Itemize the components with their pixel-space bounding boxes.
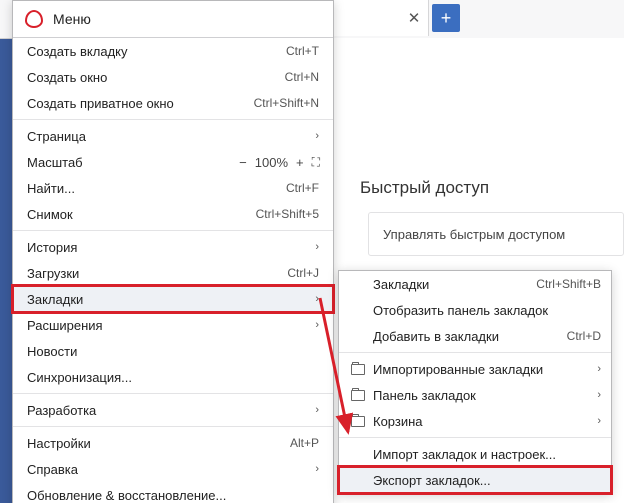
- label: Новости: [27, 344, 319, 359]
- label: Разработка: [27, 403, 307, 418]
- menu-item-help[interactable]: Справка ›: [13, 456, 333, 482]
- menu-item-find[interactable]: Найти... Ctrl+F: [13, 175, 333, 201]
- zoom-out-icon[interactable]: −: [239, 155, 247, 170]
- label: Импорт закладок и настроек...: [367, 447, 601, 462]
- shortcut: Ctrl+F: [286, 181, 319, 195]
- label: Обновление & восстановление...: [27, 488, 319, 503]
- chevron-right-icon: ›: [315, 463, 319, 475]
- separator: [339, 352, 611, 353]
- chevron-right-icon: ›: [315, 404, 319, 416]
- submenu-item-imported-bookmarks[interactable]: Импортированные закладки ›: [339, 356, 611, 382]
- submenu-item-trash[interactable]: Корзина ›: [339, 408, 611, 434]
- label: Импортированные закладки: [367, 362, 597, 377]
- chevron-right-icon: ›: [315, 130, 319, 142]
- close-tab-icon[interactable]: ✕: [400, 0, 428, 36]
- zoom-controls: − 100% + ⛶: [239, 155, 319, 170]
- menu-item-extensions[interactable]: Расширения ›: [13, 312, 333, 338]
- label: Синхронизация...: [27, 370, 319, 385]
- opera-icon: [25, 10, 43, 28]
- chevron-right-icon: ›: [597, 415, 601, 427]
- label: Расширения: [27, 318, 307, 333]
- label: Страница: [27, 129, 307, 144]
- separator: [13, 426, 333, 427]
- submenu-item-import-bookmarks[interactable]: Импорт закладок и настроек...: [339, 441, 611, 467]
- menu-item-new-private-window[interactable]: Создать приватное окно Ctrl+Shift+N: [13, 90, 333, 116]
- shortcut: Ctrl+D: [567, 329, 601, 343]
- speed-dial-title: Быстрый доступ: [360, 178, 489, 198]
- folder-icon: [349, 364, 367, 375]
- menu-item-snapshot[interactable]: Снимок Ctrl+Shift+5: [13, 201, 333, 227]
- separator: [13, 393, 333, 394]
- folder-icon: [349, 416, 367, 427]
- chevron-right-icon: ›: [597, 363, 601, 375]
- menu-item-news[interactable]: Новости: [13, 338, 333, 364]
- shortcut: Ctrl+Shift+N: [254, 96, 319, 110]
- separator: [339, 437, 611, 438]
- menu-item-update-restore[interactable]: Обновление & восстановление...: [13, 482, 333, 503]
- menu-item-page[interactable]: Страница ›: [13, 123, 333, 149]
- label: Корзина: [367, 414, 597, 429]
- menu-title: Меню: [53, 11, 91, 27]
- menu-item-new-window[interactable]: Создать окно Ctrl+N: [13, 64, 333, 90]
- menu-header: Меню: [13, 1, 333, 38]
- menu-item-settings[interactable]: Настройки Alt+P: [13, 430, 333, 456]
- submenu-item-bookmarks[interactable]: Закладки Ctrl+Shift+B: [339, 271, 611, 297]
- label: Создать вкладку: [27, 44, 286, 59]
- chevron-right-icon: ›: [597, 389, 601, 401]
- menu-item-sync[interactable]: Синхронизация...: [13, 364, 333, 390]
- shortcut: Ctrl+Shift+5: [256, 207, 319, 221]
- menu-item-bookmarks[interactable]: Закладки ›: [13, 286, 333, 312]
- folder-icon: [349, 390, 367, 401]
- label: Создать приватное окно: [27, 96, 254, 111]
- separator: [13, 230, 333, 231]
- label: Закладки: [27, 292, 307, 307]
- label: Закладки: [367, 277, 536, 292]
- label: Настройки: [27, 436, 290, 451]
- label: Справка: [27, 462, 307, 477]
- separator: [13, 119, 333, 120]
- label: Снимок: [27, 207, 256, 222]
- chevron-right-icon: ›: [315, 241, 319, 253]
- menu-item-history[interactable]: История ›: [13, 234, 333, 260]
- label: Создать окно: [27, 70, 285, 85]
- shortcut: Alt+P: [290, 436, 319, 450]
- submenu-item-export-bookmarks[interactable]: Экспорт закладок...: [339, 467, 611, 493]
- label: Панель закладок: [367, 388, 597, 403]
- chevron-right-icon: ›: [315, 293, 319, 305]
- zoom-value: 100%: [255, 155, 288, 170]
- submenu-item-show-bookmarks-bar[interactable]: Отобразить панель закладок: [339, 297, 611, 323]
- active-tab[interactable]: ✕: [332, 0, 429, 36]
- label: Экспорт закладок...: [367, 473, 601, 488]
- shortcut: Ctrl+Shift+B: [536, 277, 601, 291]
- label: Загрузки: [27, 266, 287, 281]
- menu-item-downloads[interactable]: Загрузки Ctrl+J: [13, 260, 333, 286]
- menu-item-developer[interactable]: Разработка ›: [13, 397, 333, 423]
- shortcut: Ctrl+J: [287, 266, 319, 280]
- label: Масштаб: [27, 155, 239, 170]
- new-tab-button[interactable]: +: [432, 4, 460, 32]
- label: Добавить в закладки: [367, 329, 567, 344]
- label: Найти...: [27, 181, 286, 196]
- menu-item-zoom[interactable]: Масштаб − 100% + ⛶: [13, 149, 333, 175]
- bookmarks-submenu: Закладки Ctrl+Shift+B Отобразить панель …: [338, 270, 612, 494]
- manage-speed-dial-button[interactable]: Управлять быстрым доступом: [368, 212, 624, 256]
- label: Отобразить панель закладок: [367, 303, 601, 318]
- manage-speed-dial-label: Управлять быстрым доступом: [383, 227, 565, 242]
- shortcut: Ctrl+T: [286, 44, 319, 58]
- fullscreen-icon[interactable]: ⛶: [312, 155, 319, 170]
- menu-item-new-tab[interactable]: Создать вкладку Ctrl+T: [13, 38, 333, 64]
- shortcut: Ctrl+N: [285, 70, 319, 84]
- submenu-item-add-bookmark[interactable]: Добавить в закладки Ctrl+D: [339, 323, 611, 349]
- opera-menu: Меню Создать вкладку Ctrl+T Создать окно…: [12, 0, 334, 503]
- label: История: [27, 240, 307, 255]
- chevron-right-icon: ›: [315, 319, 319, 331]
- zoom-in-icon[interactable]: +: [296, 155, 304, 170]
- submenu-item-bookmarks-bar[interactable]: Панель закладок ›: [339, 382, 611, 408]
